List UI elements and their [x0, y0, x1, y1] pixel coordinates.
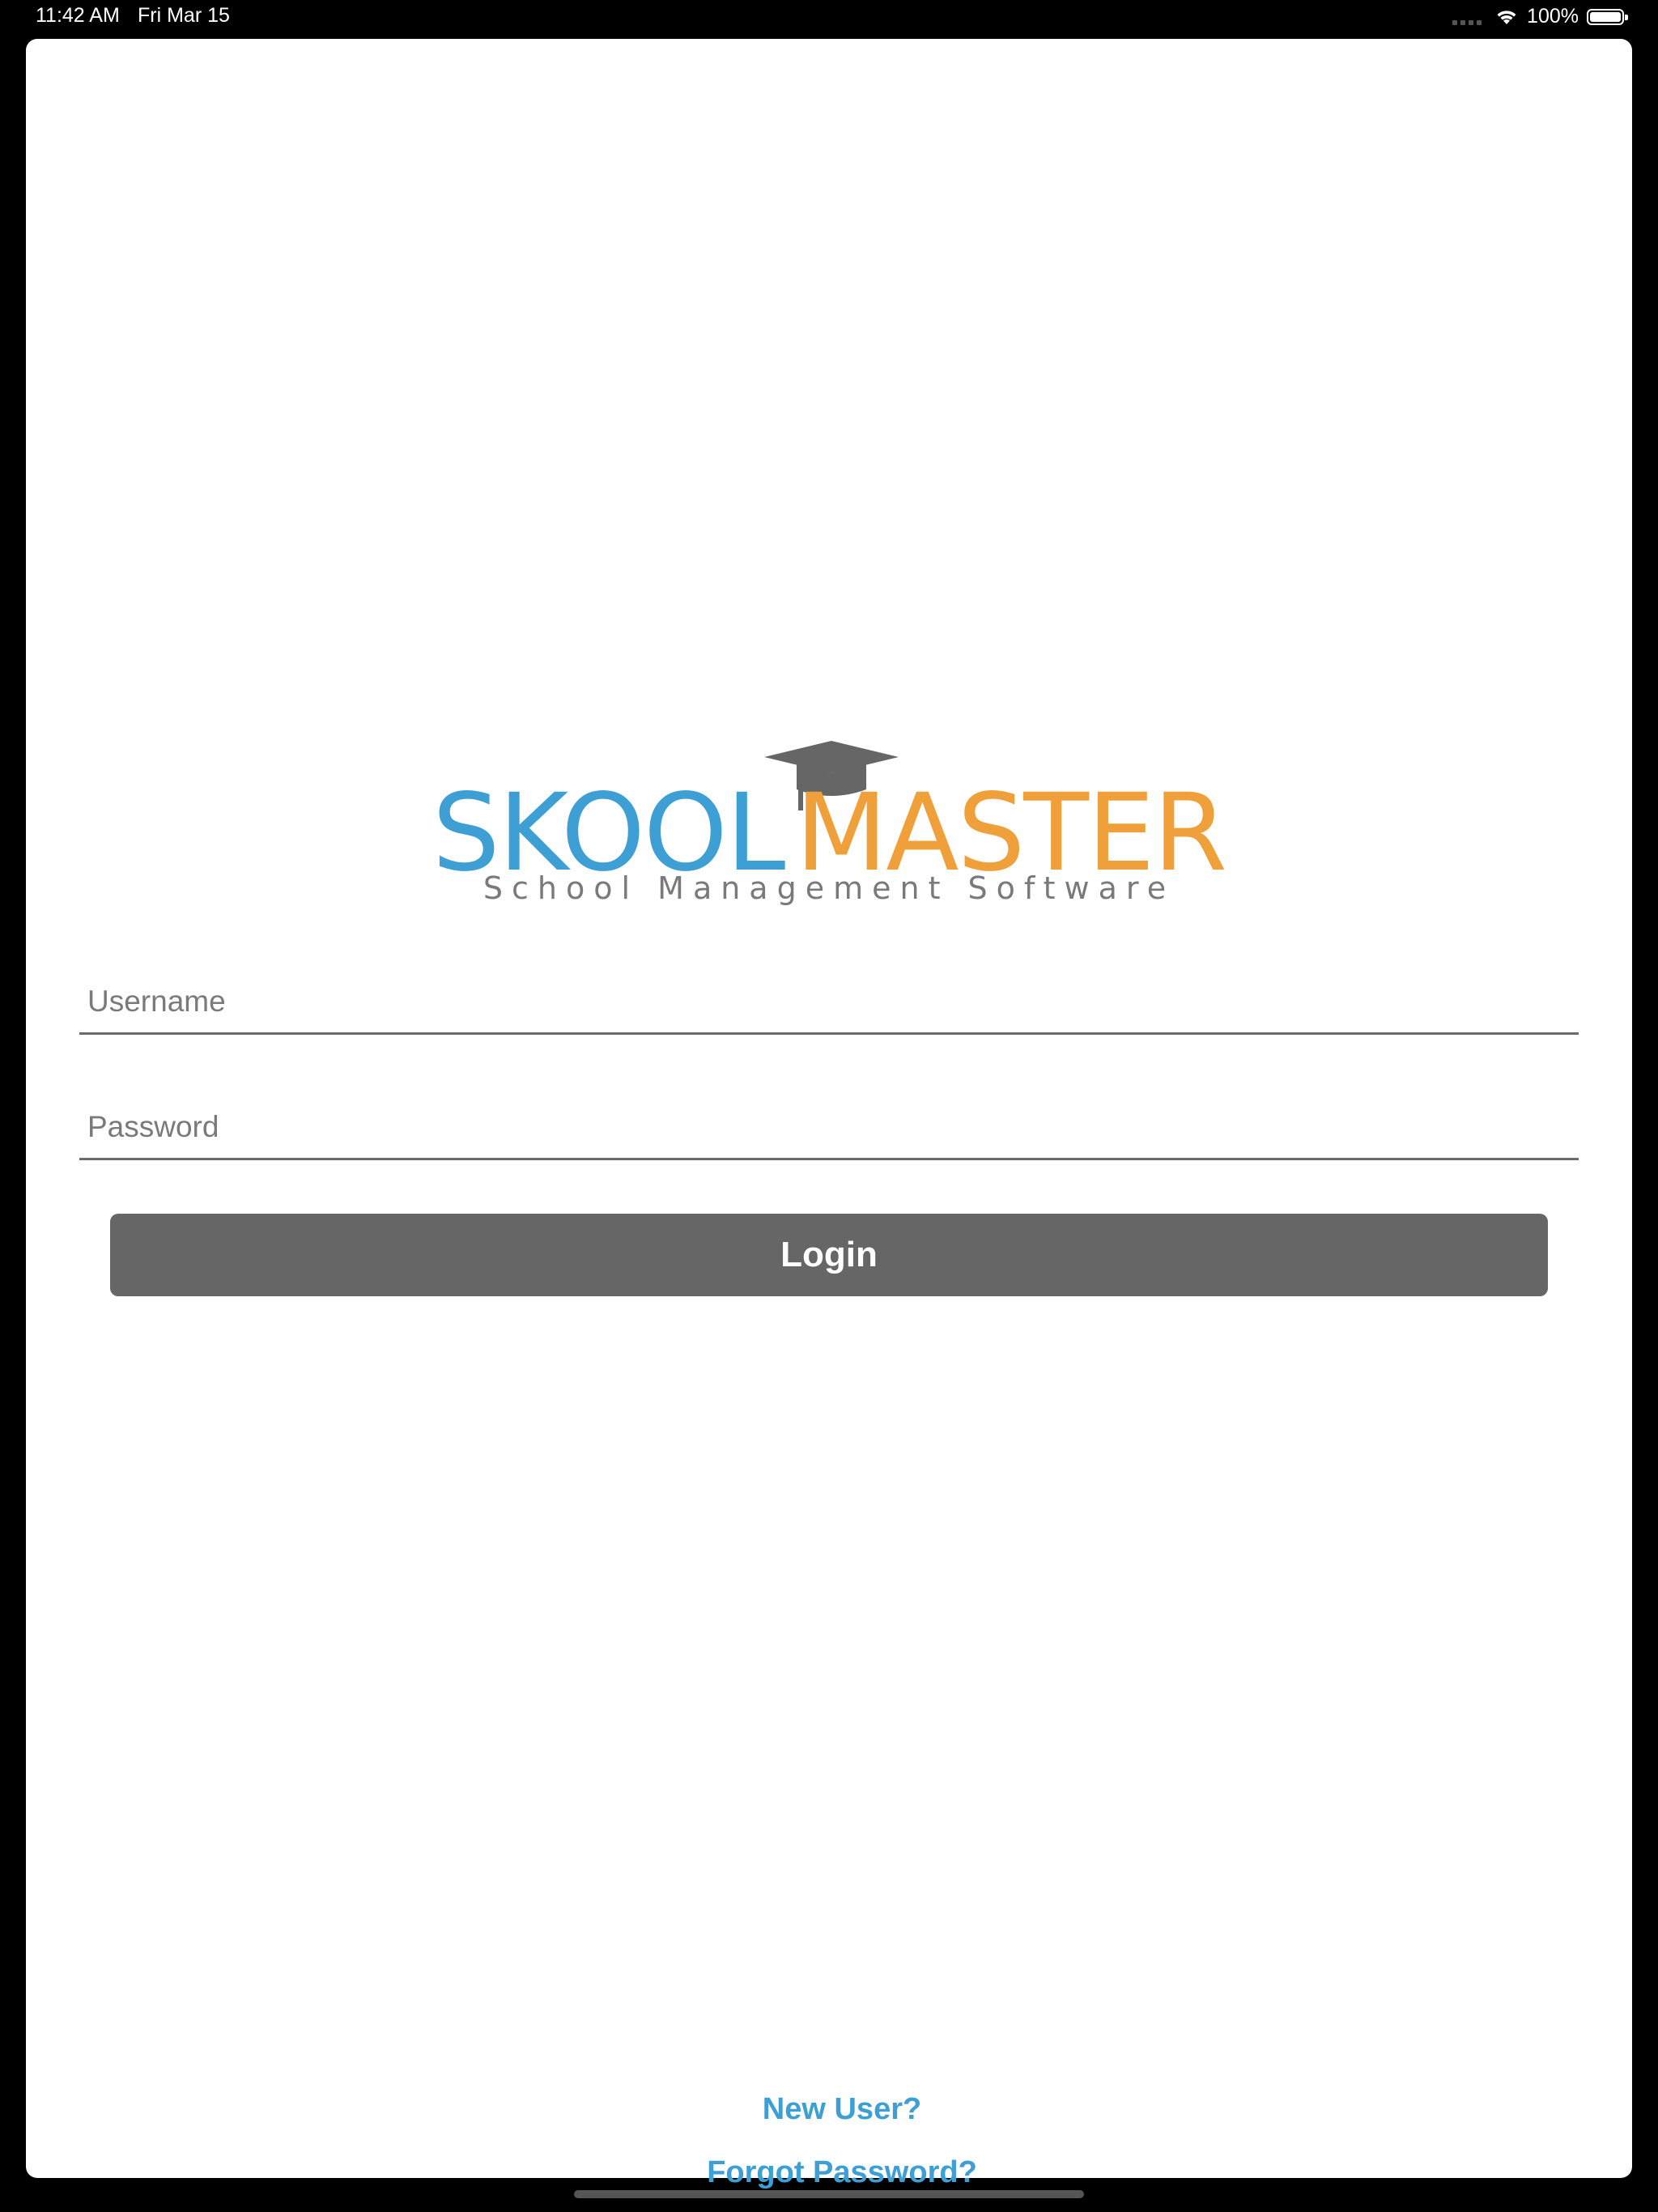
forgot-password-link[interactable]: Forgot Password?	[26, 2155, 1658, 2190]
username-input[interactable]	[79, 970, 1579, 1035]
battery-icon	[1587, 8, 1628, 25]
status-time: 11:42 AM	[36, 4, 120, 27]
status-indicators: 100%	[1452, 5, 1628, 28]
status-date: Fri Mar 15	[138, 4, 230, 27]
logo-tagline: School Management Software	[483, 870, 1175, 906]
battery-level	[1590, 11, 1621, 22]
skoolmaster-logo: SKOOL MASTER School Management Software	[26, 699, 1632, 909]
screen: 11:42 AM Fri Mar 15 100% SKOOL MASTER Sc…	[0, 0, 1658, 2212]
new-user-link[interactable]: New User?	[26, 2092, 1658, 2127]
wifi-icon	[1497, 10, 1516, 24]
home-indicator[interactable]	[574, 2190, 1084, 2198]
cellular-icon	[1452, 9, 1482, 25]
battery-percentage: 100%	[1527, 5, 1579, 28]
status-bar: 11:42 AM Fri Mar 15 100%	[0, 0, 1658, 36]
login-card: SKOOLMASTER School Management Software L…	[26, 39, 1632, 2189]
login-button[interactable]: Login	[110, 1214, 1548, 1296]
password-input[interactable]	[79, 1095, 1579, 1160]
